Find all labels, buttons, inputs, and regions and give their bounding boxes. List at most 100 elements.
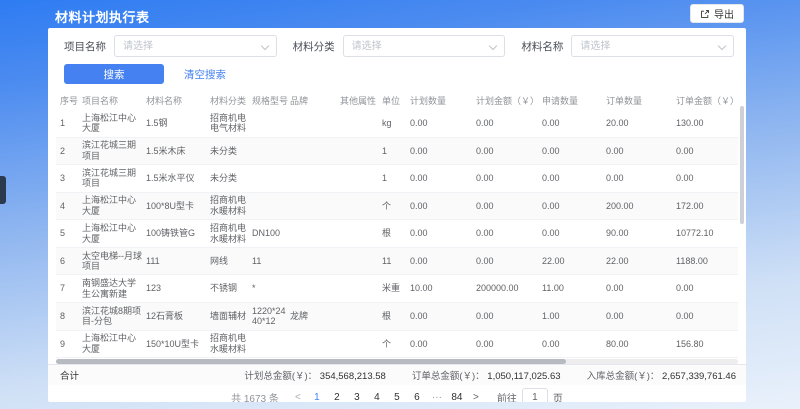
column-header: 规格型号 [252, 96, 290, 107]
table-cell: 123 [146, 283, 210, 294]
material-name-select-input[interactable] [572, 37, 733, 57]
table-cell: 0.00 [542, 173, 606, 184]
table-cell: 0.00 [676, 283, 738, 294]
table-cell: 1.5米水平仪 [146, 173, 210, 184]
table-cell: 滨江花城三期项目 [82, 168, 146, 189]
column-header: 订单金额（￥） [676, 96, 738, 107]
content-card: 项目名称 材料分类 材料名称 [48, 28, 746, 402]
table-cell: 6 [56, 256, 82, 267]
table-cell: 156.80 [676, 339, 738, 350]
column-header: 单位 [382, 96, 410, 107]
summary-item-value: 1,050,117,025.63 [487, 371, 560, 382]
table-cell: 90.00 [606, 228, 676, 239]
table-cell: 2 [56, 146, 82, 157]
search-button[interactable]: 搜索 [64, 64, 164, 84]
app-page: 材料计划执行表 导出 项目名称 材料分类 [0, 0, 800, 409]
table-cell: 10772.10 [676, 228, 738, 239]
table-cell: 100铸铁管G [146, 228, 210, 239]
filter-label-material-category: 材料分类 [293, 39, 335, 54]
table-cell: 0.00 [542, 118, 606, 129]
summary-item-label: 订单总金额(￥)： [412, 371, 487, 382]
clear-search-link[interactable]: 清空搜索 [184, 67, 226, 82]
table-cell: 滨江花城8期项目-分包 [82, 306, 146, 327]
table-cell: 0.00 [542, 339, 606, 350]
page-button-1[interactable]: 1 [309, 392, 325, 403]
material-category-select[interactable] [343, 35, 506, 57]
table-row: 6太空电梯--月球项目111网线11110.000.0022.0022.0011… [56, 248, 738, 276]
page-button-2[interactable]: 2 [329, 392, 345, 403]
export-button[interactable]: 导出 [690, 4, 744, 23]
filter-material-category: 材料分类 [293, 35, 506, 57]
table-cell: 0.00 [410, 311, 476, 322]
table-cell: 未分类 [210, 146, 252, 157]
table-cell: 20.00 [606, 118, 676, 129]
horizontal-scrollbar-thumb[interactable] [56, 359, 566, 364]
table-row: 2滨江花城三期项目1.5米木床未分类10.000.000.000.000.00 [56, 138, 738, 166]
next-page-button[interactable]: > [469, 392, 483, 403]
page-button-84[interactable]: 84 [449, 392, 465, 403]
project-select[interactable] [114, 35, 277, 57]
page-list: 123456···84 [309, 392, 465, 403]
table-cell: 0.00 [542, 228, 606, 239]
table-cell: 0.00 [676, 146, 738, 157]
summary-item-value: 2,657,339,761.46 [662, 371, 736, 382]
table-cell: 0.00 [476, 228, 542, 239]
column-header: 计划数量 [410, 96, 476, 107]
summary-total-label: 合计 [60, 368, 79, 382]
table-cell: 个 [382, 201, 410, 212]
summary-item: 入库总金额(￥)： 2,657,339,761.46 [587, 368, 736, 382]
table-cell: 7 [56, 283, 82, 294]
summary-item: 计划总金额(￥)： 354,568,213.58 [244, 368, 386, 382]
table-cell: 不锈钢 [210, 283, 252, 294]
project-select-input[interactable] [115, 37, 276, 57]
table-cell: 80.00 [606, 339, 676, 350]
table-cell: 滨江花城三期项目 [82, 140, 146, 161]
table-cell: 0.00 [476, 173, 542, 184]
table-cell: 0.00 [410, 201, 476, 212]
column-header: 计划金额（￥） [476, 96, 542, 107]
table-cell: 上海松江中心大厦 [82, 333, 146, 354]
table-row: 7南钢盛达大学生公寓新建123不锈钢*米重10.00200000.0011.00… [56, 275, 738, 303]
table-row: 9上海松江中心大厦150*10U型卡招商机电 水暖材料个0.000.000.00… [56, 331, 738, 359]
filter-label-material-name: 材料名称 [521, 39, 563, 54]
table-cell: 111 [146, 256, 210, 267]
table-cell: 0.00 [606, 146, 676, 157]
table-cell: 200000.00 [476, 283, 542, 294]
table-cell: 11 [382, 256, 410, 267]
goto-label: 前往 [497, 390, 517, 403]
table-cell: 上海松江中心大厦 [82, 223, 146, 244]
table-cell: 招商机电 水暖材料 [210, 223, 252, 244]
column-header: 订单数量 [606, 96, 676, 107]
prev-page-button[interactable]: < [291, 392, 305, 403]
table-cell: 1.00 [542, 311, 606, 322]
table-cell: 1 [56, 118, 82, 129]
material-category-select-input[interactable] [344, 37, 505, 57]
table-cell: 0.00 [476, 311, 542, 322]
summary-item: 订单总金额(￥)： 1,050,117,025.63 [412, 368, 561, 382]
table-row: 1上海松江中心大厦1.5钢招商机电 电气材料kg0.000.000.0020.0… [56, 110, 738, 138]
table-cell: 0.00 [410, 146, 476, 157]
table-cell: 0.00 [410, 228, 476, 239]
page-button-3[interactable]: 3 [349, 392, 365, 403]
table-cell: 1 [382, 173, 410, 184]
vertical-scrollbar-thumb[interactable] [740, 106, 744, 224]
goto-page-input[interactable] [522, 388, 548, 402]
page-button-6[interactable]: 6 [409, 392, 425, 403]
table-body: 1上海松江中心大厦1.5钢招商机电 电气材料kg0.000.000.0020.0… [56, 110, 738, 358]
goto-page: 前往 页 [497, 388, 563, 402]
table-cell: 未分类 [210, 173, 252, 184]
column-header: 品牌 [290, 96, 340, 107]
sidebar-toggle-handle[interactable] [0, 176, 6, 204]
table-cell: 0.00 [606, 311, 676, 322]
table-cell: 太空电梯--月球项目 [82, 251, 146, 272]
page-button-5[interactable]: 5 [389, 392, 405, 403]
filter-label-project: 项目名称 [64, 39, 106, 54]
table-cell: 0.00 [676, 173, 738, 184]
table-cell: 0.00 [606, 283, 676, 294]
table-cell: 0.00 [476, 118, 542, 129]
table-cell: 上海松江中心大厦 [82, 113, 146, 134]
material-name-select[interactable] [571, 35, 734, 57]
table-cell: 22.00 [606, 256, 676, 267]
page-button-4[interactable]: 4 [369, 392, 385, 403]
table-cell: * [252, 283, 290, 294]
